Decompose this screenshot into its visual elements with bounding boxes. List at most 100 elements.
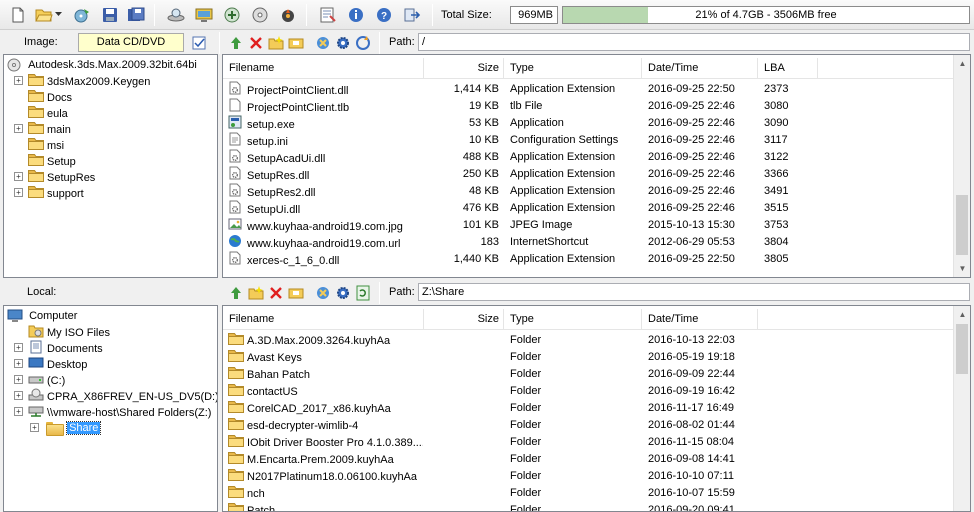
table-row[interactable]: contactUS Folder 2016-09-19 16:42 [223,383,953,400]
local-col-size[interactable]: Size [424,309,504,330]
save-icon[interactable] [100,5,120,25]
table-row[interactable]: setup.exe 53 KB Application 2016-09-25 22:4… [223,115,953,132]
delete-icon[interactable] [246,33,266,53]
expand-icon[interactable]: + [14,343,23,352]
col-datetime[interactable]: Date/Time [642,58,758,79]
new-folder-icon[interactable] [266,33,286,53]
exit-icon[interactable] [402,5,422,25]
expand-icon[interactable]: + [14,188,23,197]
table-row[interactable]: nch Folder 2016-10-07 15:59 [223,485,953,502]
image-tree-item[interactable]: + support [14,185,84,201]
image-tree-root[interactable]: Autodesk.3ds.Max.2009.32bit.64bi [7,57,197,73]
scroll-down-icon[interactable]: ▼ [954,260,970,277]
image-tree-item[interactable]: eula [14,105,68,121]
local-tree-item[interactable]: + (C:) [14,372,65,388]
expand-icon[interactable]: + [14,391,23,400]
image-type-select[interactable]: Data CD/DVD [78,33,184,52]
info-icon[interactable] [346,5,366,25]
table-row[interactable]: Patch Folder 2016-09-20 09:41 [223,502,953,511]
table-row[interactable]: setup.ini 10 KB Configuration Settings 2016… [223,132,953,149]
expand-icon[interactable]: + [14,375,23,384]
local-go-up-icon[interactable] [226,283,246,303]
table-row[interactable]: SetupAcadUi.dll 488 KB Application Extensi… [223,149,953,166]
image-tree-item[interactable]: + main [14,121,71,137]
help-icon[interactable]: ? [374,5,394,25]
local-col-type[interactable]: Type [504,309,642,330]
make-image-icon[interactable] [250,5,270,25]
local-rename-icon[interactable] [286,283,306,303]
local-new-folder-icon[interactable] [246,283,266,303]
local-delete-icon[interactable] [266,283,286,303]
save-as-icon[interactable] [126,5,146,25]
local-path-field[interactable]: Z:\Share [418,283,970,301]
network-icon[interactable] [313,33,333,53]
properties-icon[interactable] [318,5,338,25]
local-scroll-thumb[interactable] [956,324,968,374]
table-row[interactable]: www.kuyhaa-android19.com.jpg 101 KB JPEG I… [223,217,953,234]
open-icon[interactable] [34,5,54,25]
table-row[interactable]: xerces-c_1_6_0.dll 1,440 KB Application Ex… [223,251,953,268]
compress-icon[interactable] [222,5,242,25]
burn-icon[interactable] [72,5,92,25]
monitor-icon[interactable] [194,5,214,25]
image-type-icon[interactable] [189,33,209,53]
local-network-icon[interactable] [313,283,333,303]
image-tree-item[interactable]: + SetupRes [14,169,95,185]
image-tree-item[interactable]: Docs [14,89,72,105]
local-list-scrollbar[interactable]: ▲ [953,306,970,511]
expand-icon[interactable]: + [14,172,23,181]
table-row[interactable]: ProjectPointClient.dll 1,414 KB Applicatio… [223,81,953,98]
local-refresh-icon[interactable] [353,283,373,303]
expand-icon[interactable]: + [14,407,23,416]
local-col-filename[interactable]: Filename [223,309,424,330]
new-icon[interactable] [8,5,28,25]
table-row[interactable]: esd-decrypter-wimlib-4 Folder 2016-08-02 0… [223,417,953,434]
table-row[interactable]: M.Encarta.Prem.2009.kuyhAa Folder 2016-09-… [223,451,953,468]
file-type: Configuration Settings [510,134,619,146]
local-tree-item[interactable]: + Documents [14,340,103,356]
dll-file-icon [228,200,244,217]
image-tree-item[interactable]: Setup [14,153,76,169]
local-tree-item[interactable]: + CPRA_X86FREV_EN-US_DV5(D:) [14,388,217,404]
expand-icon[interactable]: + [14,76,23,85]
scroll-up-icon[interactable]: ▲ [954,55,970,72]
local-tree-item[interactable]: + \\vmware-host\Shared Folders(Z:) [14,404,211,420]
local-scroll-up-icon[interactable]: ▲ [954,306,970,323]
table-row[interactable]: CorelCAD_2017_x86.kuyhAa Folder 2016-11-17… [223,400,953,417]
refresh-icon[interactable] [353,33,373,53]
image-list-scrollbar[interactable]: ▲ ▼ [953,55,970,277]
image-tree-item[interactable]: +3dsMax2009.Keygen [14,73,150,89]
image-tree-item[interactable]: msi [14,137,64,153]
dropdown-icon[interactable] [54,5,64,25]
rename-icon[interactable] [286,33,306,53]
table-row[interactable]: Avast Keys Folder 2016-05-19 19:18 [223,349,953,366]
table-row[interactable]: A.3D.Max.2009.3264.kuyhAa Folder 2016-10-1… [223,332,953,349]
col-size[interactable]: Size [424,58,504,79]
expand-icon[interactable]: + [14,124,23,133]
col-lba[interactable]: LBA [758,58,818,79]
table-row[interactable]: Bahan Patch Folder 2016-09-09 22:44 [223,366,953,383]
table-row[interactable]: SetupRes.dll 250 KB Application Extension 2… [223,166,953,183]
tools-icon[interactable] [278,5,298,25]
table-row[interactable]: www.kuyhaa-android19.com.url 183 InternetS… [223,234,953,251]
table-row[interactable]: SetupRes2.dll 48 KB Application Extension 2… [223,183,953,200]
go-up-icon[interactable] [226,33,246,53]
local-col-datetime[interactable]: Date/Time [642,309,758,330]
table-row[interactable]: ProjectPointClient.tlb 19 KB tlb File 2016-… [223,98,953,115]
local-tree-share[interactable]: + Share [30,420,102,437]
expand-icon[interactable]: + [14,359,23,368]
table-row[interactable]: IObit Driver Booster Pro 4.1.0.389.... Fo… [223,434,953,451]
local-settings-icon[interactable] [333,283,353,303]
table-row[interactable]: N2017Platinum18.0.06100.kuyhAa Folder 2016… [223,468,953,485]
settings-icon[interactable] [333,33,353,53]
expand-icon[interactable]: + [30,423,39,432]
image-path-field[interactable]: / [418,33,970,51]
local-tree-root[interactable]: Computer [7,308,77,324]
col-filename[interactable]: Filename [223,58,424,79]
local-tree-item[interactable]: My ISO Files [14,324,110,340]
table-row[interactable]: SetupUi.dll 476 KB Application Extension 20… [223,200,953,217]
mount-icon[interactable] [166,5,186,25]
scroll-thumb[interactable] [956,195,968,255]
col-type[interactable]: Type [504,58,642,79]
local-tree-item[interactable]: + Desktop [14,356,87,372]
